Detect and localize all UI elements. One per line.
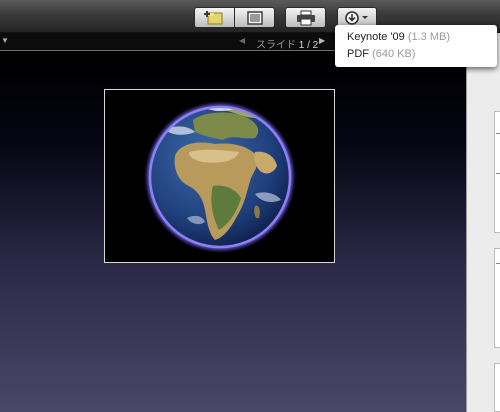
right-sidebar [466, 33, 500, 412]
slide-label: スライド [256, 40, 296, 51]
download-option-size: (1.3 MB) [407, 31, 451, 43]
slide-counter: スライド 1 / 2 [256, 36, 318, 51]
download-dropdown-menu: Keynote '09 (1.3 MB) PDF (640 KB) [335, 25, 497, 67]
download-icon [345, 10, 368, 25]
slide-page-number: 1 / 2 [298, 40, 319, 51]
next-slide-icon[interactable]: ▶ [319, 36, 325, 45]
slide-thumbnail[interactable] [104, 89, 335, 263]
download-option-label: PDF [347, 48, 369, 60]
sidebar-divider [496, 173, 500, 174]
slide-view-button[interactable] [234, 7, 275, 28]
slide-icon [246, 10, 263, 25]
add-slide-button[interactable] [194, 7, 235, 28]
sidebar-divider [496, 133, 500, 134]
download-option-size: (640 KB) [372, 48, 416, 60]
download-option-keynote[interactable]: Keynote '09 (1.3 MB) [347, 29, 497, 46]
printer-icon [296, 10, 315, 25]
add-folder-icon [203, 10, 222, 24]
sidebar-divider [496, 263, 500, 264]
print-button[interactable] [285, 7, 326, 28]
sidebar-panel [494, 111, 500, 233]
slide-stage [0, 52, 466, 412]
download-option-label: Keynote '09 [347, 31, 405, 43]
download-option-pdf[interactable]: PDF (640 KB) [347, 46, 497, 63]
sidebar-panel [494, 363, 500, 412]
earth-globe-image [144, 101, 296, 253]
prev-slide-icon[interactable]: ◀ [239, 36, 245, 45]
collapse-arrow-icon[interactable]: ▼ [1, 36, 9, 45]
